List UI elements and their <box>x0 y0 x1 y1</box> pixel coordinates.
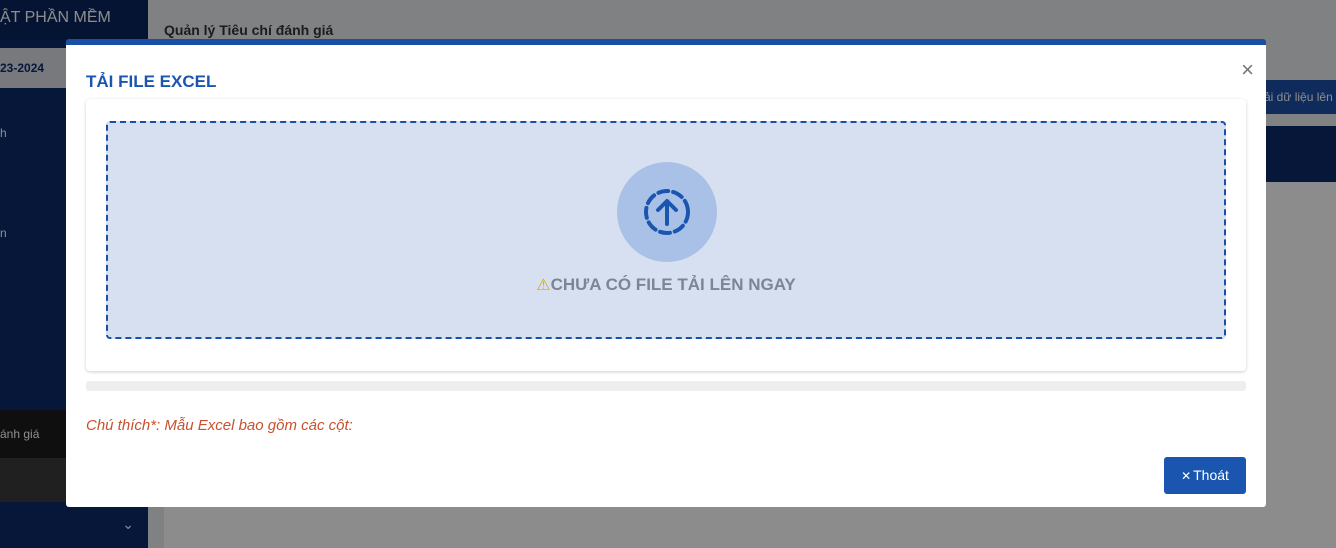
file-dropzone[interactable]: ⚠CHƯA CÓ FILE TẢI LÊN NGAY <box>106 121 1226 339</box>
exit-button-label: Thoát <box>1193 467 1229 483</box>
close-x-icon: ✕ <box>1181 469 1192 483</box>
empty-file-message: ⚠CHƯA CÓ FILE TẢI LÊN NGAY <box>108 275 1224 295</box>
exit-button[interactable]: ✕ Thoát <box>1164 457 1246 494</box>
upload-icon <box>644 189 690 235</box>
warning-icon: ⚠ <box>536 277 551 294</box>
upload-icon-circle[interactable] <box>617 162 717 262</box>
upload-progress-bar <box>86 381 1246 391</box>
close-icon[interactable]: × <box>1241 59 1254 81</box>
upload-excel-modal: TẢI FILE EXCEL × ⚠CHƯA CÓ FILE TẢI LÊN N… <box>66 39 1266 507</box>
empty-file-text: CHƯA CÓ FILE TẢI LÊN NGAY <box>550 275 796 294</box>
modal-title: TẢI FILE EXCEL <box>86 72 217 91</box>
upload-card: ⚠CHƯA CÓ FILE TẢI LÊN NGAY <box>86 99 1246 371</box>
template-note: Chú thích*: Mẫu Excel bao gồm các cột: <box>86 417 353 434</box>
